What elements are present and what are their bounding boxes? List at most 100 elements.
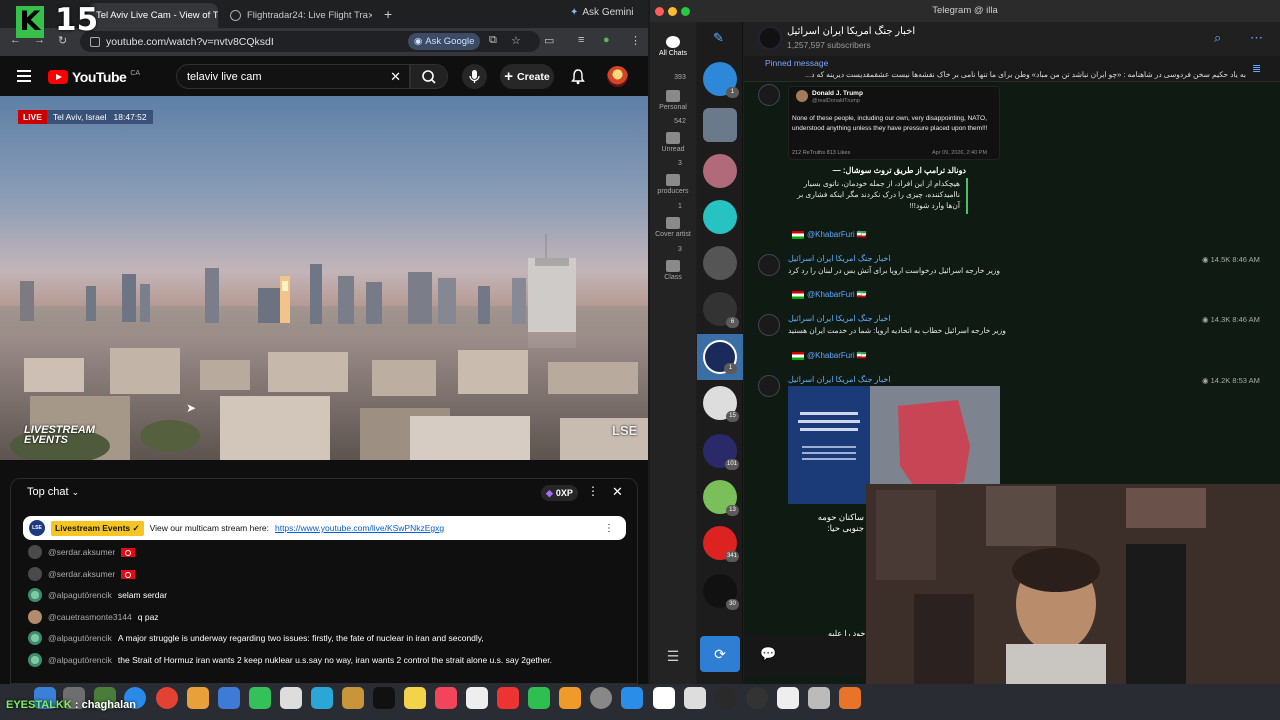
- post-author[interactable]: اخبار جنگ امریکا ایران اسرائیل: [788, 314, 891, 323]
- post-author-avatar[interactable]: [758, 314, 780, 336]
- app-store-icon[interactable]: [621, 687, 643, 709]
- app-icon[interactable]: [746, 687, 768, 709]
- news-icon[interactable]: [497, 687, 519, 709]
- xp-badge[interactable]: ◆ 0XP: [541, 485, 578, 501]
- chat-item[interactable]: 101: [703, 434, 739, 470]
- profile-icon[interactable]: ●: [603, 34, 610, 46]
- close-tab-icon[interactable]: ×: [368, 10, 372, 22]
- pinned-list-icon[interactable]: ≣: [1252, 62, 1261, 75]
- post-author[interactable]: اخبار جنگ امریکا ایران اسرائیل: [788, 375, 891, 384]
- chat-item[interactable]: [703, 200, 737, 234]
- apple-tv-icon[interactable]: [373, 687, 395, 709]
- clear-search-icon[interactable]: ✕: [390, 69, 401, 85]
- bookmark-star-icon[interactable]: ☆: [511, 34, 521, 47]
- chat-mode-dropdown[interactable]: Top chat ⌄: [27, 486, 79, 498]
- comment-icon[interactable]: 💬: [760, 646, 776, 662]
- compose-icon[interactable]: ✎: [713, 30, 724, 46]
- folder-all-chats[interactable]: All Chats: [650, 36, 696, 57]
- ask-gemini-button[interactable]: ✦ Ask Gemini: [570, 7, 634, 18]
- sidebar-icon[interactable]: ▭: [544, 34, 554, 47]
- chat-item[interactable]: [703, 108, 737, 142]
- folder-producers[interactable]: producers: [650, 174, 696, 195]
- system-settings-icon[interactable]: [590, 687, 612, 709]
- settings-sliders-icon[interactable]: ☰: [650, 648, 696, 665]
- chrome-icon[interactable]: [156, 687, 178, 709]
- chat-item[interactable]: 341: [703, 526, 739, 562]
- post-author-avatar[interactable]: [758, 84, 780, 106]
- more-options-icon[interactable]: ⋯: [1250, 30, 1263, 46]
- folder-personal[interactable]: Personal: [650, 90, 696, 111]
- numbers-icon[interactable]: [528, 687, 550, 709]
- user-avatar[interactable]: [28, 653, 42, 667]
- chat-username[interactable]: @serdar.aksumer: [48, 569, 115, 579]
- reminders-icon[interactable]: [466, 687, 488, 709]
- chat-item[interactable]: 6: [703, 292, 739, 328]
- close-window-icon[interactable]: [655, 7, 664, 16]
- channel-title[interactable]: اخبار جنگ امریکا ایران اسرائیل: [787, 26, 915, 37]
- chat-item[interactable]: 15: [703, 386, 739, 422]
- forward-source-link[interactable]: @KhabarFuri 🇮🇷: [792, 230, 867, 239]
- channel-avatar[interactable]: [758, 26, 782, 50]
- chat-close-icon[interactable]: ✕: [612, 484, 623, 500]
- chat-username[interactable]: @alpagutörencik: [48, 590, 112, 600]
- post-author[interactable]: اخبار جنگ امریکا ایران اسرائیل: [788, 254, 891, 263]
- app-icon[interactable]: [777, 687, 799, 709]
- pages-icon[interactable]: [559, 687, 581, 709]
- youtube-logo[interactable]: YouTube CA: [48, 69, 140, 85]
- extensions-icon[interactable]: ≡: [578, 34, 584, 46]
- ask-google-chip[interactable]: ◉ Ask Google: [408, 33, 481, 50]
- calendar-icon[interactable]: [280, 687, 302, 709]
- chat-more-icon[interactable]: ⋮: [587, 484, 599, 498]
- chat-item[interactable]: 30: [703, 574, 739, 610]
- create-button[interactable]: + Create: [500, 64, 554, 89]
- facetime-icon[interactable]: [249, 687, 271, 709]
- chat-username[interactable]: @serdar.aksumer: [48, 547, 115, 557]
- user-avatar[interactable]: [28, 545, 42, 559]
- user-avatar[interactable]: [28, 567, 42, 581]
- sync-icon[interactable]: ⟳: [700, 636, 740, 672]
- folder-cover-artist[interactable]: Cover artist: [650, 217, 696, 238]
- chat-item[interactable]: [703, 246, 737, 280]
- chat-item[interactable]: [703, 154, 737, 188]
- stickies-icon[interactable]: [404, 687, 426, 709]
- voice-search-button[interactable]: [462, 64, 487, 89]
- search-input[interactable]: telaviv live cam ✕: [176, 64, 410, 89]
- photos-icon[interactable]: [187, 687, 209, 709]
- user-avatar[interactable]: [28, 588, 42, 602]
- minimize-window-icon[interactable]: [668, 7, 677, 16]
- pinned-link[interactable]: https://www.youtube.com/live/KSwPNkzEgxg: [275, 523, 444, 533]
- search-button[interactable]: [410, 64, 448, 89]
- tab-flightradar[interactable]: Flightradar24: Live Flight Tra ×: [222, 3, 372, 28]
- forward-source-link[interactable]: @KhabarFuri 🇮🇷: [792, 290, 867, 299]
- music-icon[interactable]: [435, 687, 457, 709]
- folder-unread[interactable]: Unread: [650, 132, 696, 153]
- install-app-icon[interactable]: ⧉: [489, 34, 497, 47]
- account-avatar[interactable]: [607, 66, 628, 87]
- notes-icon[interactable]: [342, 687, 364, 709]
- app-icon[interactable]: [808, 687, 830, 709]
- folder-class[interactable]: Class: [650, 260, 696, 281]
- forward-source-link[interactable]: @KhabarFuri 🇮🇷: [792, 351, 867, 360]
- menu-icon[interactable]: [17, 70, 31, 82]
- notifications-button[interactable]: [570, 68, 586, 90]
- video-player[interactable]: [0, 96, 648, 460]
- chat-username[interactable]: @alpagutörencik: [48, 655, 112, 665]
- maps-icon[interactable]: [311, 687, 333, 709]
- chat-username[interactable]: @alpagutörencik: [48, 633, 112, 643]
- chat-item[interactable]: 13: [703, 480, 739, 516]
- post-author-avatar[interactable]: [758, 254, 780, 276]
- chat-item[interactable]: 1: [703, 62, 739, 98]
- chat-item-selected[interactable]: 1: [703, 340, 737, 374]
- pinned-menu-icon[interactable]: ⋮: [604, 523, 614, 534]
- post-author-avatar[interactable]: [758, 375, 780, 397]
- new-tab-button[interactable]: +: [384, 6, 392, 22]
- app-icon[interactable]: [715, 687, 737, 709]
- site-info-icon[interactable]: [90, 36, 100, 47]
- notion-icon[interactable]: [653, 687, 675, 709]
- tab-telaviv-live-cam[interactable]: Tel Aviv Live Cam - View of Te ×: [88, 3, 218, 28]
- chrome-menu-icon[interactable]: ⋮: [630, 34, 641, 47]
- calendar-31-icon[interactable]: [684, 687, 706, 709]
- chat-username[interactable]: @cauetrasmonte3144: [48, 612, 132, 622]
- search-icon[interactable]: ⌕: [1214, 30, 1221, 46]
- app-icon[interactable]: [839, 687, 861, 709]
